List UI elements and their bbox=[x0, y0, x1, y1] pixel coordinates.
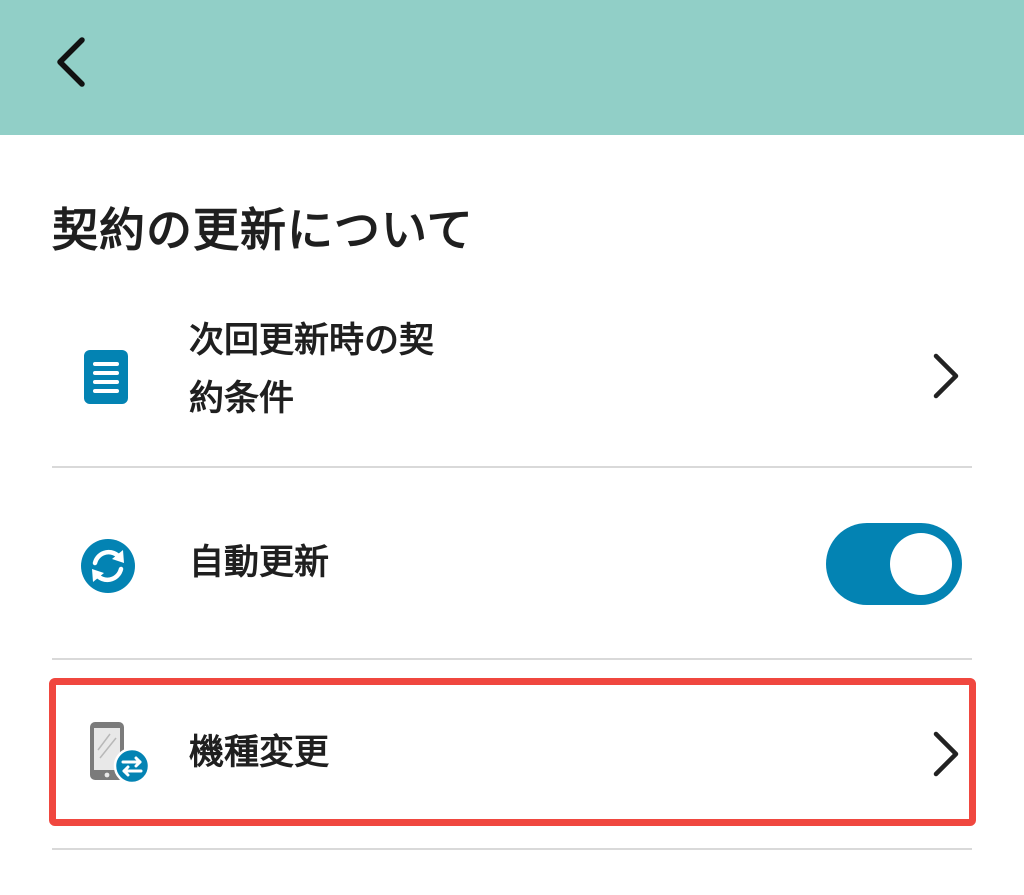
row-label: 機種変更 bbox=[189, 733, 330, 773]
auto-renew-toggle[interactable] bbox=[826, 523, 962, 605]
divider bbox=[52, 658, 972, 660]
row-label: 自動更新 bbox=[189, 543, 330, 583]
row-next-renewal-terms[interactable]: 次回更新時の契 約条件 bbox=[52, 300, 972, 466]
chevron-left-icon bbox=[57, 37, 85, 87]
section-title: 契約の更新について bbox=[52, 203, 474, 257]
row-auto-renew: 自動更新 bbox=[52, 468, 972, 658]
back-button[interactable] bbox=[44, 32, 104, 92]
chevron-right-icon bbox=[933, 731, 959, 777]
app-header bbox=[0, 0, 1024, 135]
phone-exchange-icon bbox=[86, 720, 152, 790]
toggle-knob bbox=[890, 533, 952, 595]
document-icon bbox=[80, 348, 132, 410]
chevron-right-icon bbox=[933, 353, 959, 399]
row-label: 次回更新時の契 約条件 bbox=[189, 312, 434, 428]
divider bbox=[52, 848, 972, 850]
refresh-icon bbox=[80, 538, 136, 598]
row-label-line2: 約条件 bbox=[189, 379, 295, 419]
row-label-line1: 次回更新時の契 bbox=[189, 321, 435, 361]
row-model-change[interactable]: 機種変更 bbox=[52, 680, 972, 826]
